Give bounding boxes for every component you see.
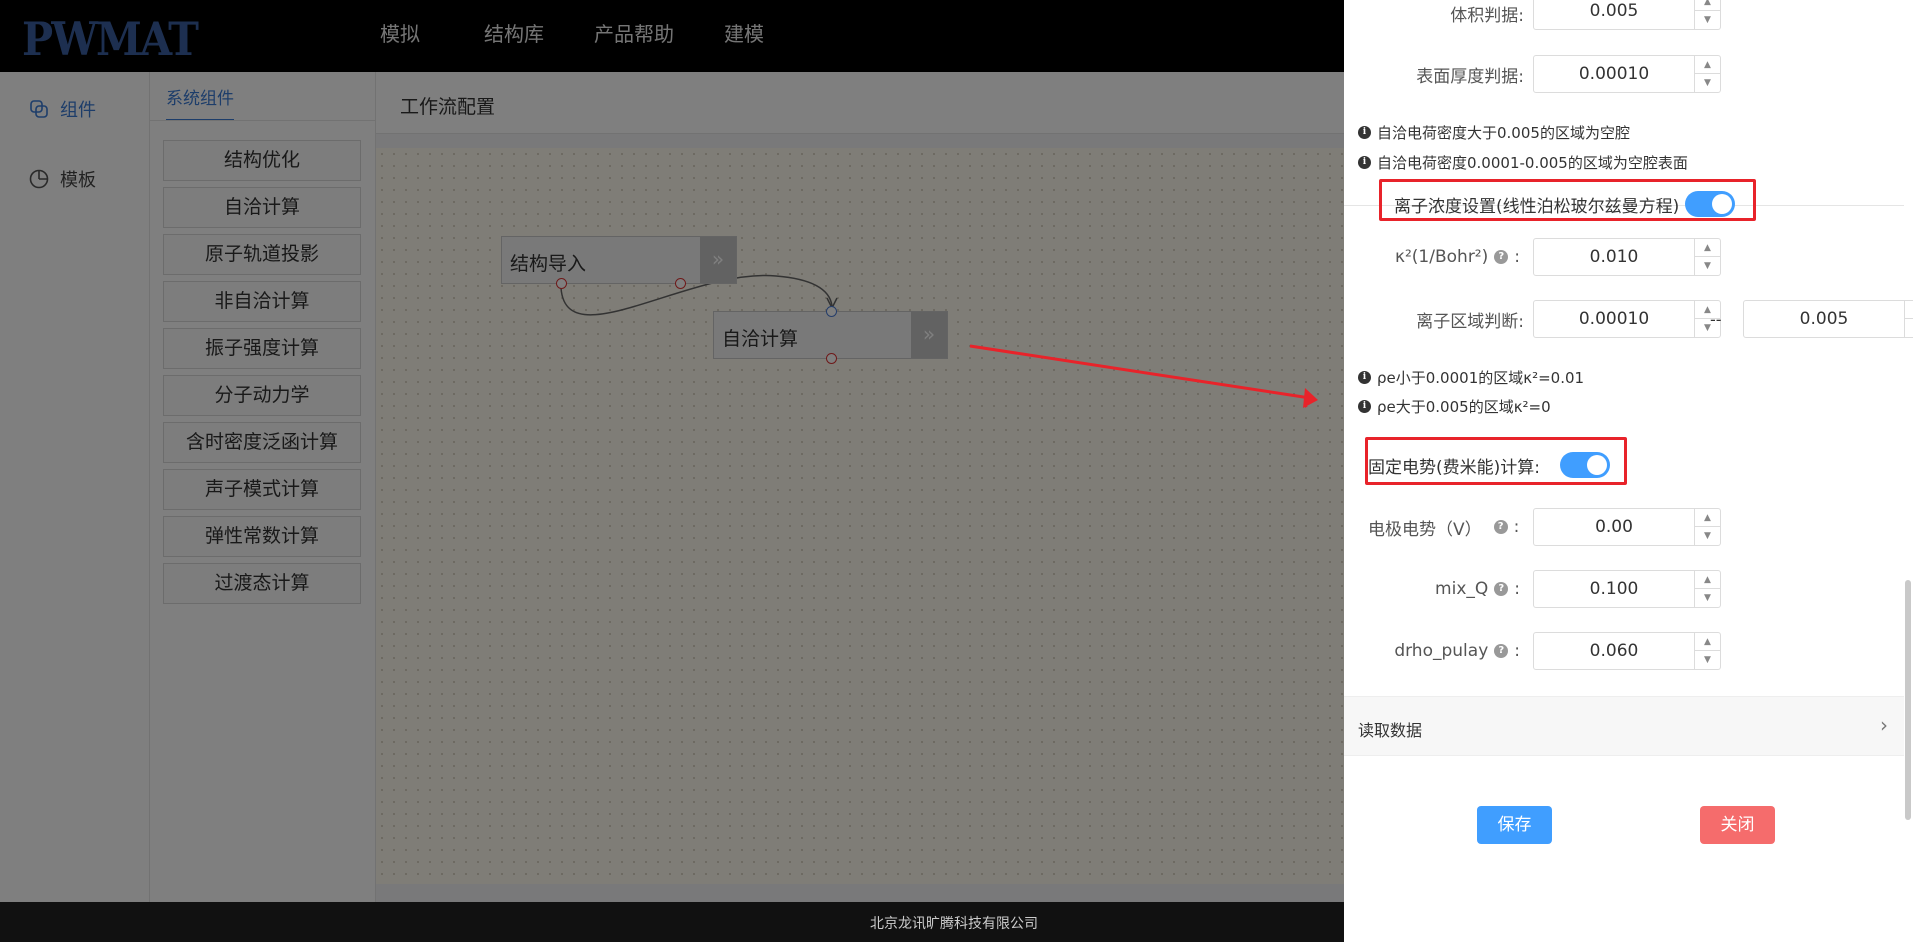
step-down-icon[interactable]: ▼ (1695, 589, 1720, 607)
colon: : (1514, 641, 1520, 661)
help-icon[interactable]: ? (1494, 250, 1509, 264)
stepper: ▲▼ (1694, 633, 1720, 669)
step-down-icon[interactable]: ▼ (1695, 257, 1720, 275)
info-text: 自洽电荷密度0.0001-0.005的区域为空腔表面 (1377, 154, 1688, 172)
fixed-potential-row: 固定电势(费米能)计算: (1368, 446, 1610, 484)
kappa-row: κ²(1/Bohr²) ? : (1344, 238, 1520, 276)
electrode-potential-row: 电极电势（V） ? : (1368, 508, 1519, 546)
step-down-icon[interactable]: ▼ (1695, 74, 1720, 92)
chevron-right-icon: › (1880, 713, 1888, 737)
ion-concentration-toggle[interactable] (1685, 191, 1736, 217)
colon: : (1514, 247, 1520, 267)
info-icon: i (1358, 156, 1371, 169)
kappa-label: κ²(1/Bohr²) (1394, 247, 1489, 267)
info-note: i ρe小于0.0001的区域κ²=0.01 (1358, 367, 1584, 388)
info-icon: i (1358, 371, 1371, 384)
electrode-potential-label: 电极电势（V） (1368, 519, 1482, 540)
stepper: ▲▼ (1694, 56, 1720, 92)
volume-criterion-input[interactable]: 0.005 ▲ ▼ (1533, 0, 1721, 30)
input-value[interactable]: 0.00010 (1534, 56, 1694, 92)
input-value[interactable]: 0.005 (1744, 301, 1904, 337)
info-icon: i (1358, 400, 1371, 413)
step-up-icon[interactable]: ▲ (1695, 509, 1720, 527)
fixed-potential-label: 固定电势(费米能)计算: (1368, 457, 1540, 478)
input-value[interactable]: 0.100 (1534, 571, 1694, 607)
stepper: ▲▼ (1694, 0, 1720, 29)
info-text: 自洽电荷密度大于0.005的区域为空腔 (1377, 124, 1630, 142)
mixq-row: mix_Q ? : (1344, 570, 1520, 608)
toggle-knob (1587, 455, 1607, 475)
save-button[interactable]: 保存 (1477, 806, 1552, 844)
info-note: i 自洽电荷密度大于0.005的区域为空腔 (1358, 122, 1630, 143)
footer-company: 北京龙讯旷腾科技有限公司 (870, 916, 1038, 932)
drho-input[interactable]: 0.060 ▲ ▼ (1533, 632, 1721, 670)
volume-criterion-row: 体积判据: (1344, 0, 1524, 32)
ion-concentration-label: 离子浓度设置(线性泊松玻尔兹曼方程) (1394, 196, 1680, 217)
mixq-label: mix_Q (1435, 579, 1489, 599)
volume-criterion-label: 体积判据: (1450, 5, 1524, 26)
drho-label: drho_pulay (1394, 641, 1489, 661)
colon: : (1513, 517, 1520, 537)
step-up-icon[interactable]: ▲ (1695, 571, 1720, 589)
step-down-icon[interactable]: ▼ (1905, 319, 1913, 337)
step-down-icon[interactable]: ▼ (1695, 651, 1720, 669)
colon: : (1514, 579, 1520, 599)
ion-region-min-input[interactable]: 0.00010 ▲ ▼ (1533, 300, 1721, 338)
close-button[interactable]: 关闭 (1700, 806, 1775, 844)
ion-region-row: 离子区域判断: (1344, 300, 1524, 338)
surface-criterion-input[interactable]: 0.00010 ▲ ▼ (1533, 55, 1721, 93)
step-up-icon[interactable]: ▲ (1695, 633, 1720, 651)
input-value[interactable]: 0.060 (1534, 633, 1694, 669)
info-note: i 自洽电荷密度0.0001-0.005的区域为空腔表面 (1358, 152, 1688, 173)
ion-region-max-input[interactable]: 0.005 ▲▼ (1743, 300, 1913, 338)
input-value[interactable]: 0.00010 (1534, 301, 1694, 337)
kappa-input[interactable]: 0.010 ▲ ▼ (1533, 238, 1721, 276)
info-text: ρe大于0.005的区域κ²=0 (1377, 398, 1551, 416)
stepper: ▲▼ (1904, 301, 1913, 337)
stepper: ▲▼ (1694, 509, 1720, 545)
surface-criterion-label: 表面厚度判据: (1416, 66, 1524, 87)
ion-region-label: 离子区域判断: (1416, 311, 1524, 332)
step-up-icon[interactable]: ▲ (1695, 56, 1720, 74)
help-icon[interactable]: ? (1494, 582, 1509, 596)
help-icon[interactable]: ? (1494, 644, 1509, 658)
stepper: ▲▼ (1694, 239, 1720, 275)
surface-criterion-row: 表面厚度判据: (1344, 55, 1524, 93)
info-icon: i (1358, 126, 1371, 139)
ion-concentration-row: 离子浓度设置(线性泊松玻尔兹曼方程) (1394, 185, 1736, 223)
step-up-icon[interactable]: ▲ (1695, 0, 1720, 11)
input-value[interactable]: 0.010 (1534, 239, 1694, 275)
step-up-icon[interactable]: ▲ (1695, 239, 1720, 257)
info-note: i ρe大于0.005的区域κ²=0 (1358, 396, 1551, 417)
step-up-icon[interactable]: ▲ (1905, 301, 1913, 319)
range-separator: -- (1710, 310, 1722, 329)
stepper: ▲▼ (1694, 571, 1720, 607)
drho-row: drho_pulay ? : (1344, 632, 1520, 670)
input-value[interactable]: 0.005 (1534, 0, 1694, 29)
toggle-knob (1712, 194, 1733, 214)
step-down-icon[interactable]: ▼ (1695, 11, 1720, 29)
info-text: ρe小于0.0001的区域κ²=0.01 (1377, 369, 1585, 387)
help-icon[interactable]: ? (1493, 520, 1508, 534)
drawer-scrollbar[interactable] (1905, 580, 1911, 820)
fixed-potential-toggle[interactable] (1560, 452, 1610, 478)
electrode-potential-input[interactable]: 0.00 ▲ ▼ (1533, 508, 1721, 546)
input-value[interactable]: 0.00 (1534, 509, 1694, 545)
mixq-input[interactable]: 0.100 ▲ ▼ (1533, 570, 1721, 608)
annotation-arrow (969, 344, 1318, 408)
read-data-collapse[interactable]: 读取数据 › (1344, 696, 1904, 756)
read-data-title: 读取数据 (1358, 721, 1423, 740)
step-down-icon[interactable]: ▼ (1695, 527, 1720, 545)
